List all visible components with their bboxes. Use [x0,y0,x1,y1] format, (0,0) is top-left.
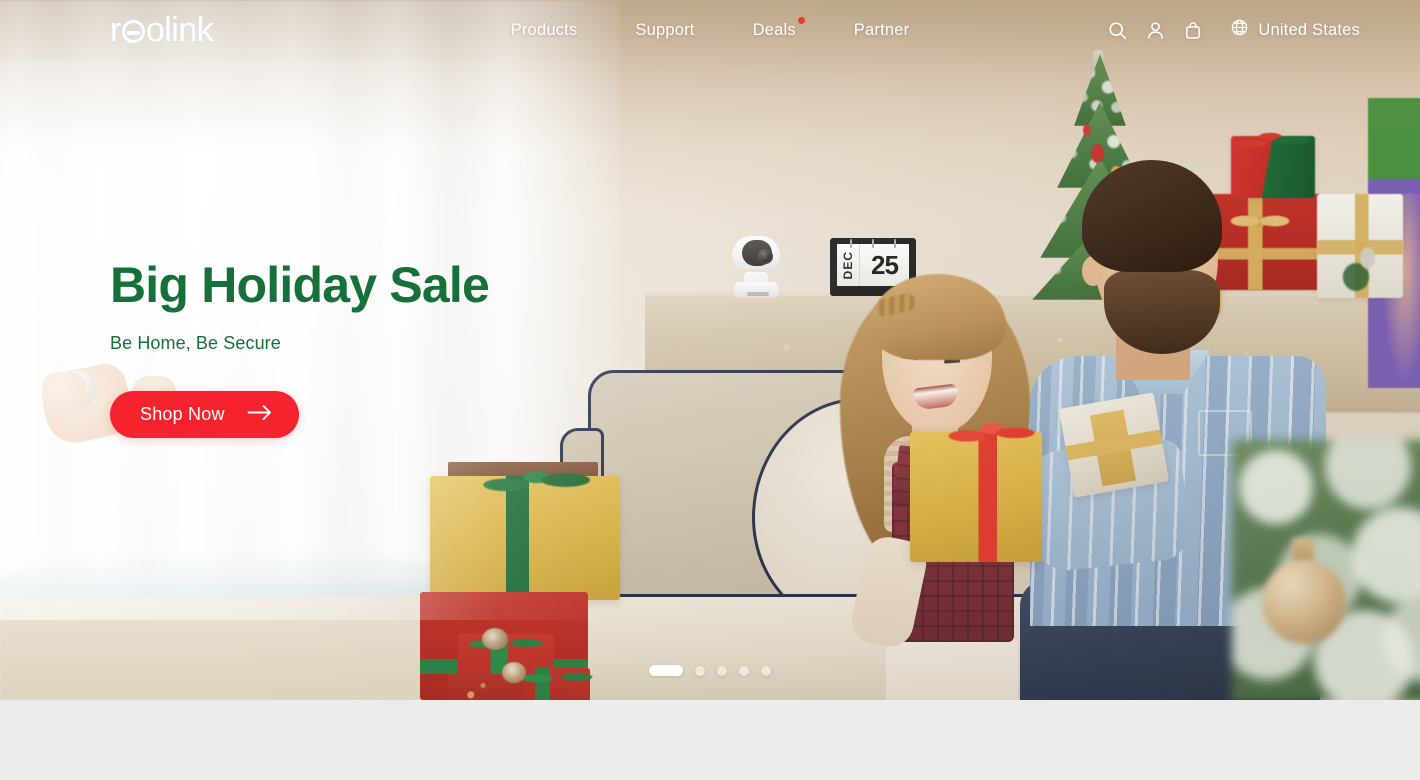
nav-label: Deals [752,20,796,39]
nav-label: Support [635,20,695,39]
new-badge-dot-icon [797,16,805,24]
carousel-indicators [0,665,1420,676]
shop-now-button[interactable]: Shop Now [110,390,299,438]
camera-lens [758,249,773,264]
carousel-dot-1[interactable] [649,665,683,676]
region-selector[interactable]: United States [1230,18,1360,42]
account-icon[interactable] [1136,11,1174,49]
gift-bow [1229,128,1319,154]
nav-item-support[interactable]: Support [635,22,694,39]
search-icon[interactable] [1098,11,1136,49]
calendar-pegs [840,239,906,248]
arrow-right-icon [247,404,273,424]
gift-bow [472,458,602,506]
hero-title: Big Holiday Sale [110,257,490,313]
globe-icon [1230,18,1249,42]
page-body-below-hero [0,700,1420,780]
child-hair-top [870,274,1006,360]
gift-ribbon [1058,392,1170,498]
security-camera [730,236,782,298]
nav-item-products[interactable]: Products [511,22,578,39]
carousel-dot-4[interactable] [739,665,749,676]
camera-brand-mark [747,292,769,296]
region-label: United States [1258,20,1360,39]
carousel-dot-3[interactable] [717,665,727,676]
pinecone-decoration [482,628,508,650]
cart-icon[interactable] [1174,11,1212,49]
tree-ornament [1083,124,1091,136]
hero-banner: DEC 25 r olink Products Support Deals Pa… [0,0,1420,700]
camera-head [732,236,780,270]
hero-subtitle: Be Home, Be Secure [110,333,281,353]
gift-decoration [1341,246,1385,296]
page-root: DEC 25 r olink Products Support Deals Pa… [0,0,1420,780]
nav-item-deals[interactable]: Deals [752,16,805,39]
shop-now-label: Shop Now [140,404,225,425]
site-header: r olink Products Support Deals Partner U… [0,0,1420,60]
gold-ornament-ball [1262,560,1346,644]
carousel-dot-5[interactable] [761,665,771,676]
child-hand [42,372,86,412]
hero-content: Big Holiday Sale Be Home, Be Secure Shop… [110,257,490,438]
nav-label: Products [510,20,578,39]
nav-item-partner[interactable]: Partner [854,22,910,39]
header-actions: United States [1098,0,1360,60]
adult-hair [1082,160,1222,272]
camera-lens-band [742,240,773,266]
nav-label: Partner [853,20,910,39]
gift-bow [944,414,1040,452]
camera-base [734,282,778,298]
carousel-dot-2[interactable] [695,665,705,676]
